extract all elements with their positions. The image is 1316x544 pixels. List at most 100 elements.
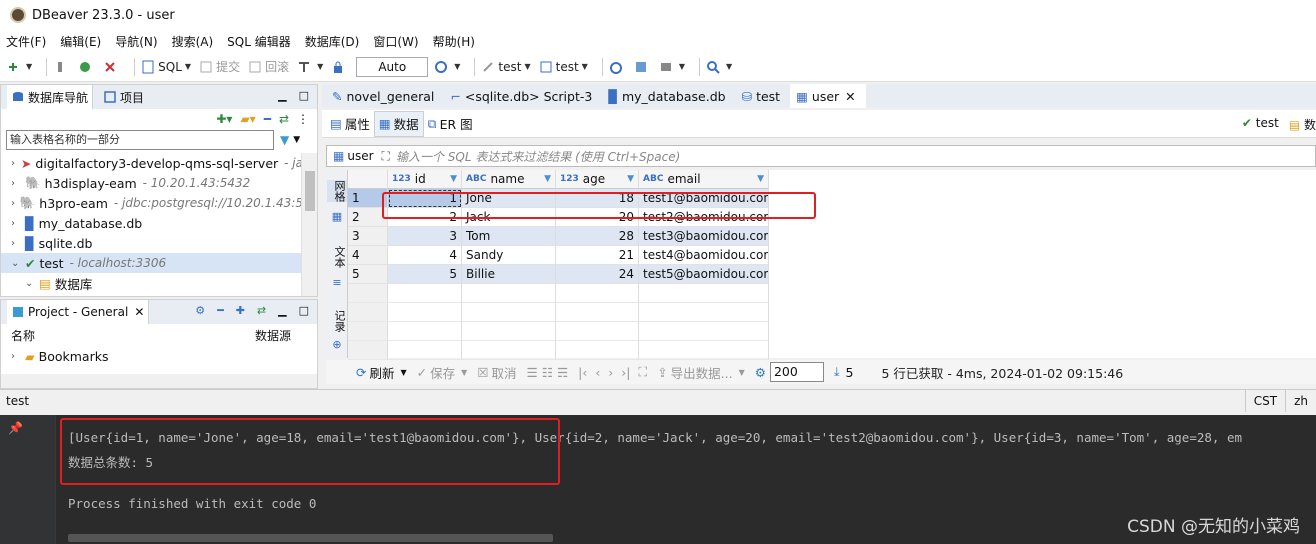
close-icon[interactable]: ✕ xyxy=(845,89,855,104)
edit-tools[interactable]: ☰ ☷ ☴ xyxy=(527,365,569,380)
tab-er-diagram[interactable]: ⧉ ER 图 xyxy=(424,111,477,137)
project-hscrollbar[interactable] xyxy=(1,374,317,388)
refresh-icon: ⟳ xyxy=(356,364,367,380)
tab-data[interactable]: ▦ 数据 xyxy=(373,110,424,137)
tree-item-h3display-eam[interactable]: › 🐘 h3display-eam - 10.20.1.43:5432 xyxy=(1,173,303,193)
transaction-mode-button[interactable]: ▼ xyxy=(297,60,323,74)
link-editor-icon[interactable]: ⇄ xyxy=(279,112,289,126)
nav-buttons[interactable]: |‹ ‹ › ›| ⛶ xyxy=(578,364,647,380)
connection-label[interactable]: ✔ test xyxy=(1242,116,1279,133)
disconnect-button[interactable] xyxy=(103,60,120,74)
column-header-name[interactable]: ABC name ▼ xyxy=(462,170,556,189)
lock-button[interactable] xyxy=(331,60,348,74)
export-button[interactable]: ⇪ 导出数据... ▼ xyxy=(657,363,745,382)
tab-script-3[interactable]: ⌐ <sqlite.db> Script-3 xyxy=(444,84,602,108)
console-hscrollbar[interactable] xyxy=(68,534,553,542)
column-header-age[interactable]: 123 age ▼ xyxy=(556,170,639,189)
tab-novel-general[interactable]: ✎ novel_general xyxy=(326,84,444,108)
tab-user[interactable]: ▦ user ✕ xyxy=(790,84,866,108)
settings-icon[interactable]: ⚙ xyxy=(195,304,205,317)
tree-item-sqlite[interactable]: › ▉ sqlite.db xyxy=(1,233,303,253)
menu-file[interactable]: 文件(F) xyxy=(6,33,46,50)
invalidate-button[interactable] xyxy=(78,60,95,74)
rollback-button[interactable]: 回滚 xyxy=(248,58,289,75)
minimize-icon[interactable]: ▁ xyxy=(278,304,286,317)
close-icon[interactable]: ✕ xyxy=(134,305,144,319)
dashboard-button[interactable] xyxy=(609,60,626,74)
sql-editor-button[interactable]: SQL ▼ xyxy=(141,60,191,74)
column-datasource[interactable]: 数据源 xyxy=(255,327,291,344)
tab-properties[interactable]: ▤ 属性 xyxy=(326,111,374,137)
table-row[interactable]: 5 5 Billie 24 test5@baomidou.com xyxy=(348,265,769,284)
menu-database[interactable]: 数据库(D) xyxy=(305,33,360,50)
tab-my-database[interactable]: ▉ my_database.db xyxy=(602,84,735,108)
save-button[interactable]: ✓ 保存 ▼ xyxy=(417,363,468,382)
new-folder-icon[interactable]: ▰▾ xyxy=(240,112,255,126)
database-label[interactable]: ▤ 数 xyxy=(1289,116,1316,133)
maximize-icon[interactable]: □ xyxy=(299,304,309,317)
fetch-count-icon[interactable]: ⤓ xyxy=(834,364,840,380)
sql-filter-input[interactable]: 输入一个 SQL 表达式来过滤结果 (使用 Ctrl+Space) xyxy=(396,148,680,165)
auto-commit-field[interactable]: Auto xyxy=(356,56,429,77)
maximize-icon[interactable]: □ xyxy=(299,89,309,102)
sort-icon: ▼ xyxy=(757,174,764,184)
grid-tools-button[interactable] xyxy=(634,60,651,74)
navigator-filter-input[interactable]: 输入表格名称的一部分 xyxy=(6,130,274,150)
tree-item-databases[interactable]: ⌄ ▤ 数据库 xyxy=(1,273,303,293)
active-schema-selector[interactable]: test ▼ xyxy=(539,60,588,74)
pin-icon[interactable]: 📌 xyxy=(8,421,23,435)
tab-projects[interactable]: 项目 xyxy=(103,89,144,106)
link-icon[interactable]: ⇄ xyxy=(257,304,266,317)
table-row[interactable]: 4 4 Sandy 21 test4@baomidou.com xyxy=(348,246,769,265)
collapse-icon[interactable]: ━ xyxy=(217,304,224,317)
refresh-button[interactable]: ⟳ 刷新 ▼ xyxy=(356,363,407,382)
commit-button[interactable]: 提交 xyxy=(199,58,240,75)
search-button[interactable]: ▼ xyxy=(706,60,732,74)
expand-icon[interactable]: ⛶ xyxy=(382,149,390,164)
menu-sql-editor[interactable]: SQL 编辑器 xyxy=(227,33,291,50)
cancel-button[interactable]: ☒ 取消 xyxy=(477,363,516,382)
result-limit-input[interactable]: 200 xyxy=(769,362,824,382)
text-view-button[interactable]: 文本 xyxy=(327,246,347,268)
tab-test[interactable]: ⛁ test xyxy=(736,84,791,108)
schema-icon xyxy=(540,61,552,72)
connect-button[interactable] xyxy=(53,60,70,74)
minimize-icon[interactable]: ▁ xyxy=(278,89,286,102)
menu-help[interactable]: 帮助(H) xyxy=(433,33,475,50)
text-view-icon[interactable]: ≡ xyxy=(327,276,347,289)
tree-item-bookmarks[interactable]: › ▰ Bookmarks xyxy=(1,346,317,366)
grid-view-button[interactable]: 网格 xyxy=(327,180,347,202)
navigator-scrollbar[interactable] xyxy=(301,153,317,296)
column-name[interactable]: 名称 xyxy=(11,327,35,344)
history-button[interactable]: ▼ xyxy=(434,60,460,74)
menu-window[interactable]: 窗口(W) xyxy=(373,33,418,50)
table-row[interactable]: 3 3 Tom 28 test3@baomidou.com xyxy=(348,227,769,246)
tab-project-general[interactable]: Project - General ✕ xyxy=(7,300,150,324)
add-icon[interactable]: ✚ xyxy=(236,304,245,317)
view-menu-icon[interactable]: ⋮ xyxy=(297,112,309,126)
tree-item-my-database[interactable]: › ▉ my_database.db xyxy=(1,213,303,233)
filter-icon[interactable]: ▼ xyxy=(280,133,289,147)
sort-icon: ▼ xyxy=(627,174,634,184)
menu-search[interactable]: 搜索(A) xyxy=(172,33,214,50)
tree-item-h3pro-eam[interactable]: › 🐘 h3pro-eam - jdbc:postgresql://10.20.1.4… xyxy=(1,193,303,213)
settings-icon[interactable]: ⚙ xyxy=(755,365,766,380)
record-view-button[interactable]: 记录 xyxy=(327,310,347,332)
tree-item-test[interactable]: ⌄ ✔ test - localhost:3306 xyxy=(1,253,303,273)
menu-navigate[interactable]: 导航(N) xyxy=(115,33,157,50)
new-connection-button[interactable]: ▼ xyxy=(6,60,32,74)
menu-edit[interactable]: 编辑(E) xyxy=(60,33,101,50)
active-connection-selector[interactable]: test ▼ xyxy=(481,60,531,74)
table-tools-button[interactable]: ▼ xyxy=(659,60,685,74)
table-header: 123 id ▼ ABC name ▼ 123 age ▼ ABC email ▼ xyxy=(348,170,769,189)
tree-item-digitalfactory[interactable]: › ➤ digitalfactory3-develop-qms-sql-server… xyxy=(1,153,303,173)
column-header-email[interactable]: ABC email ▼ xyxy=(639,170,769,189)
column-header-id[interactable]: 123 id ▼ xyxy=(388,170,462,189)
collapse-icon[interactable]: ━ xyxy=(264,112,271,126)
new-connection-icon[interactable]: ✚▾ xyxy=(216,112,232,126)
disconnect-icon xyxy=(105,61,115,72)
grid-view-icon[interactable]: ▦ xyxy=(327,210,347,223)
tab-database-navigator[interactable]: 数据库导航 xyxy=(7,85,94,109)
filter-dropdown-icon[interactable]: ▼ xyxy=(293,135,300,145)
record-view-icon[interactable]: ⊕ xyxy=(327,338,347,351)
